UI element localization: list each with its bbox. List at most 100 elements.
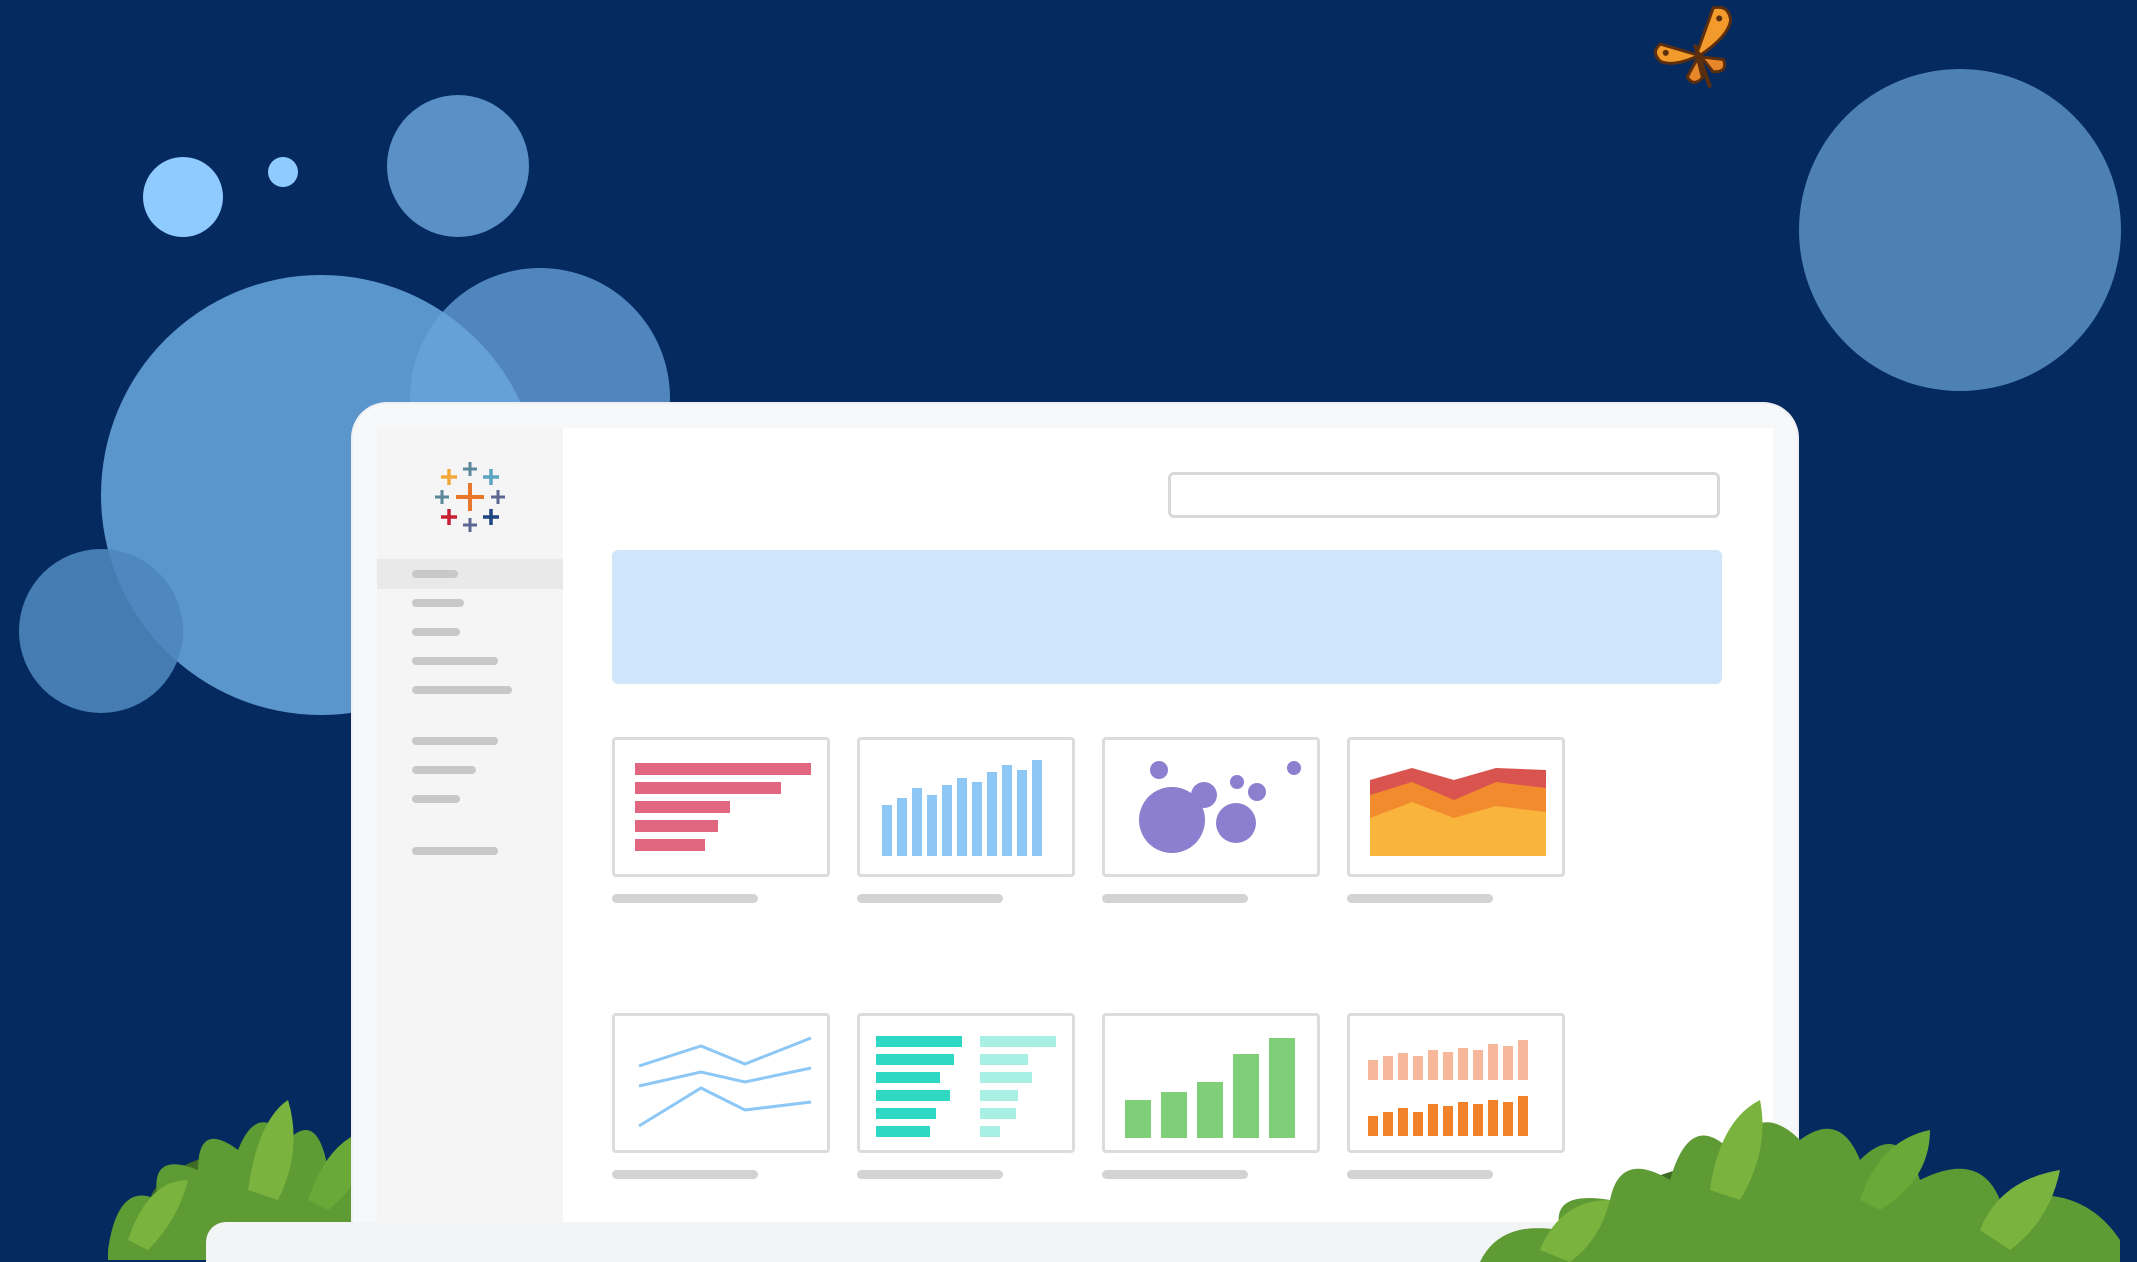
sidebar-item-8[interactable] — [412, 795, 460, 803]
sidebar — [377, 428, 563, 1234]
bar — [1032, 760, 1042, 856]
bar — [1125, 1100, 1151, 1138]
search-input[interactable] — [1168, 472, 1720, 518]
bar — [635, 839, 705, 851]
line-chart — [638, 1036, 812, 1128]
thumbnail-caption — [1102, 894, 1248, 903]
bush-icon — [1480, 1100, 2120, 1262]
bubble — [1191, 782, 1217, 808]
bubble — [1150, 761, 1168, 779]
bar — [1488, 1044, 1498, 1080]
bar — [635, 801, 730, 813]
sidebar-item-9[interactable] — [412, 847, 498, 855]
horizontal-bar-chart — [635, 763, 811, 851]
decor-bubble-top-mid — [387, 95, 529, 237]
thumbnail-caption — [857, 1170, 1003, 1179]
bar — [1161, 1092, 1187, 1138]
bar — [1413, 1056, 1423, 1080]
bar — [980, 1072, 1032, 1083]
bar — [635, 820, 718, 832]
bar — [912, 788, 922, 856]
bubble — [1248, 783, 1266, 801]
sidebar-item-3[interactable] — [412, 628, 460, 636]
bar — [1428, 1050, 1438, 1080]
thumbnail-horizontal-bar[interactable] — [612, 737, 830, 877]
bar — [876, 1126, 930, 1137]
bar — [1269, 1038, 1295, 1138]
sidebar-item-7[interactable] — [412, 766, 476, 774]
thumbnail-caption — [612, 894, 758, 903]
bar — [980, 1126, 1000, 1137]
sidebar-item-6[interactable] — [412, 737, 498, 745]
bar — [876, 1036, 962, 1047]
bar — [1413, 1112, 1423, 1136]
sidebar-item-active[interactable] — [377, 559, 563, 589]
bar — [1458, 1102, 1468, 1136]
thumbnail-line[interactable] — [612, 1013, 830, 1153]
bar — [1002, 765, 1012, 856]
thumbnail-caption — [1347, 1170, 1493, 1179]
vertical-bar-chart — [882, 760, 1042, 856]
bar — [980, 1090, 1018, 1101]
thumbnail-divergent-bar[interactable] — [857, 1013, 1075, 1153]
bar — [882, 805, 892, 856]
bar — [942, 785, 952, 856]
bar — [980, 1036, 1056, 1047]
thumbnail-ascending-bar[interactable] — [1102, 1013, 1320, 1153]
bar — [635, 782, 781, 794]
series-line — [638, 1036, 812, 1068]
thumbnail-vertical-bar[interactable] — [857, 737, 1075, 877]
bar — [972, 782, 982, 856]
sidebar-item-5[interactable] — [412, 686, 512, 694]
decor-bubble-small-left — [19, 549, 183, 713]
bar — [1017, 770, 1027, 856]
sidebar-item-4[interactable] — [412, 657, 498, 665]
sidebar-item-1[interactable] — [412, 570, 458, 578]
thumbnail-caption — [1347, 894, 1493, 903]
bubble — [1216, 803, 1256, 843]
bar — [987, 772, 997, 856]
bar — [1233, 1054, 1259, 1138]
divergent-bar-chart — [876, 1036, 1056, 1137]
butterfly-icon — [1653, 6, 1733, 88]
series-line — [638, 1066, 812, 1088]
bar — [1398, 1053, 1408, 1080]
bar — [1503, 1046, 1513, 1080]
bar — [876, 1108, 936, 1119]
ascending-bar-chart — [1125, 1038, 1295, 1138]
bar — [927, 795, 937, 856]
bar — [980, 1054, 1028, 1065]
bar — [897, 798, 907, 856]
decor-bubble-right — [1799, 69, 2121, 391]
bar — [1518, 1040, 1528, 1080]
bar — [1368, 1060, 1378, 1080]
decor-bubble-dot — [268, 157, 298, 187]
bar — [1398, 1108, 1408, 1136]
series-line — [638, 1086, 812, 1128]
bar — [957, 778, 967, 856]
bar — [1458, 1048, 1468, 1080]
bar — [876, 1090, 950, 1101]
bar — [1383, 1056, 1393, 1080]
bar — [635, 763, 811, 775]
bar — [1443, 1106, 1453, 1136]
decor-bubble-light — [143, 157, 223, 237]
bubble-chart — [1139, 761, 1301, 853]
bubble — [1230, 775, 1244, 789]
bar — [1368, 1116, 1378, 1136]
stacked-area-chart — [1370, 768, 1546, 856]
bar — [1383, 1112, 1393, 1136]
bar — [876, 1054, 954, 1065]
bar — [1428, 1104, 1438, 1136]
bar — [1197, 1082, 1223, 1138]
hero-banner — [612, 550, 1722, 684]
thumbnail-caption — [1102, 1170, 1248, 1179]
bar — [876, 1072, 940, 1083]
tableau-logo-icon — [435, 462, 505, 532]
thumbnail-caption — [857, 894, 1003, 903]
thumbnail-stacked-area[interactable] — [1347, 737, 1565, 877]
bubble — [1287, 761, 1301, 775]
thumbnail-caption — [612, 1170, 758, 1179]
sidebar-item-2[interactable] — [412, 599, 464, 607]
thumbnail-bubble[interactable] — [1102, 737, 1320, 877]
